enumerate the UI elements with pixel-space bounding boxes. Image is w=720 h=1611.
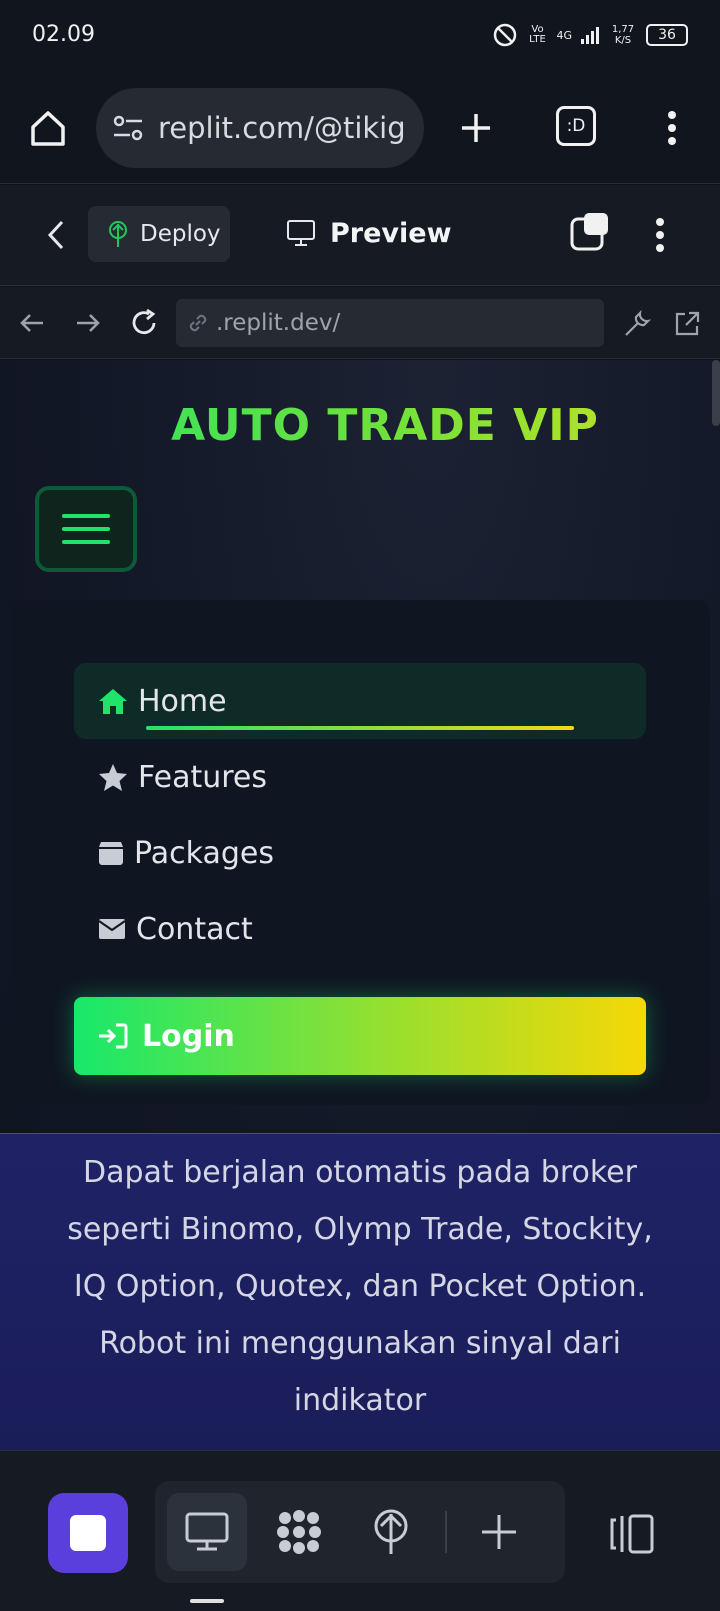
signal-icon <box>581 27 599 44</box>
open-external-button[interactable] <box>670 307 704 341</box>
agent-icon <box>277 1510 321 1554</box>
deploy-icon <box>109 221 127 247</box>
webview-url-text: .replit.dev/ <box>216 310 341 336</box>
stop-icon <box>70 1515 106 1551</box>
plus-icon <box>482 1515 516 1549</box>
webview-page: AUTO TRADE VIP Home Features Packages Co… <box>0 360 720 1450</box>
nav-label: Contact <box>136 911 253 947</box>
nav-item-home[interactable]: Home <box>74 663 646 739</box>
monitor-icon <box>185 1512 229 1551</box>
description-section: Dapat berjalan otomatis pada broker sepe… <box>0 1133 720 1450</box>
replit-menu-button[interactable] <box>644 209 676 261</box>
deploy-button[interactable]: Deploy <box>88 206 230 262</box>
gesture-bar <box>190 1599 224 1603</box>
chevron-left-icon <box>47 220 64 250</box>
deploy-label: Deploy <box>140 221 221 247</box>
description-text: Dapat berjalan otomatis pada broker sepe… <box>67 1155 653 1418</box>
back-button[interactable] <box>40 211 72 259</box>
login-label: Login <box>142 1018 235 1054</box>
status-time: 02.09 <box>32 22 95 47</box>
devtools-button[interactable] <box>620 307 654 341</box>
volte-label: Vo LTE <box>529 24 546 45</box>
nav-item-features[interactable]: Features <box>74 739 646 815</box>
address-bar[interactable]: replit.com/@tikig <box>96 88 424 168</box>
hamburger-line <box>62 540 110 544</box>
replit-bottom-bar <box>0 1450 720 1611</box>
panels-icon <box>610 1514 654 1554</box>
hamburger-line <box>62 527 110 531</box>
hamburger-line <box>62 514 110 518</box>
deploy-icon <box>374 1509 408 1554</box>
nav-label: Features <box>138 759 267 795</box>
external-link-icon <box>675 311 700 336</box>
envelope-icon <box>98 919 126 939</box>
monitor-icon <box>287 220 315 246</box>
home-button[interactable] <box>24 104 72 152</box>
more-vertical-icon <box>656 218 664 252</box>
new-tab-button[interactable] <box>452 104 500 152</box>
do-not-disturb-icon <box>494 23 517 47</box>
active-underline <box>146 726 574 730</box>
battery-icon: 36 <box>646 24 688 46</box>
status-icons: Vo LTE 4G 1,77 K/S 36 <box>492 20 688 50</box>
login-button[interactable]: Login <box>74 997 646 1075</box>
agent-tool-button[interactable] <box>259 1493 339 1571</box>
wrench-icon <box>625 309 652 336</box>
tabs-button[interactable] <box>568 209 612 253</box>
webview-navbar: .replit.dev/ <box>0 287 720 359</box>
nav-forward-button[interactable] <box>72 307 104 339</box>
panels-button[interactable] <box>602 1507 662 1561</box>
menu-toggle-button[interactable] <box>35 486 137 572</box>
site-logo[interactable]: AUTO TRADE VIP <box>0 400 720 451</box>
more-vertical-icon <box>668 111 676 145</box>
reload-icon <box>132 308 156 335</box>
plus-icon <box>462 114 490 142</box>
arrow-right-icon <box>77 314 100 332</box>
battery-level: 36 <box>658 27 676 43</box>
reload-button[interactable] <box>126 305 162 341</box>
box-icon <box>99 842 123 865</box>
star-icon <box>99 764 127 791</box>
home-icon <box>99 689 127 714</box>
tool-switcher <box>155 1481 565 1583</box>
home-icon <box>31 111 65 146</box>
site-settings-icon <box>113 115 143 141</box>
tools-divider <box>445 1511 447 1553</box>
browser-menu-button[interactable] <box>656 102 688 154</box>
nav-label: Home <box>138 683 227 719</box>
address-text: replit.com/@tikig <box>158 111 406 145</box>
preview-label: Preview <box>330 217 452 249</box>
preview-tool-button[interactable] <box>167 1493 247 1571</box>
replit-toolbar: Deploy Preview <box>0 185 720 286</box>
stop-button[interactable] <box>48 1493 128 1573</box>
preview-tab[interactable]: Preview <box>286 205 452 261</box>
nav-label: Packages <box>134 835 274 871</box>
tab-switcher-button[interactable]: :D <box>556 106 596 146</box>
nav-item-contact[interactable]: Contact <box>74 891 646 967</box>
nav-menu: Home Features Packages Contact Login <box>10 600 710 1105</box>
speed-label: 1,77 K/S <box>611 24 635 46</box>
deploy-tool-button[interactable] <box>351 1493 431 1571</box>
arrow-left-icon <box>20 314 43 332</box>
network-label: 4G <box>556 28 572 42</box>
sign-in-icon <box>99 1023 128 1049</box>
tabs-icon <box>570 213 608 251</box>
browser-toolbar: replit.com/@tikig :D <box>0 72 720 184</box>
nav-item-packages[interactable]: Packages <box>74 815 646 891</box>
status-bar: 02.09 Vo LTE 4G 1,77 K/S 36 <box>0 0 720 72</box>
new-tool-button[interactable] <box>459 1493 539 1571</box>
nav-back-button[interactable] <box>16 307 48 339</box>
webview-url-field[interactable]: .replit.dev/ <box>176 299 604 347</box>
link-icon <box>189 314 207 332</box>
